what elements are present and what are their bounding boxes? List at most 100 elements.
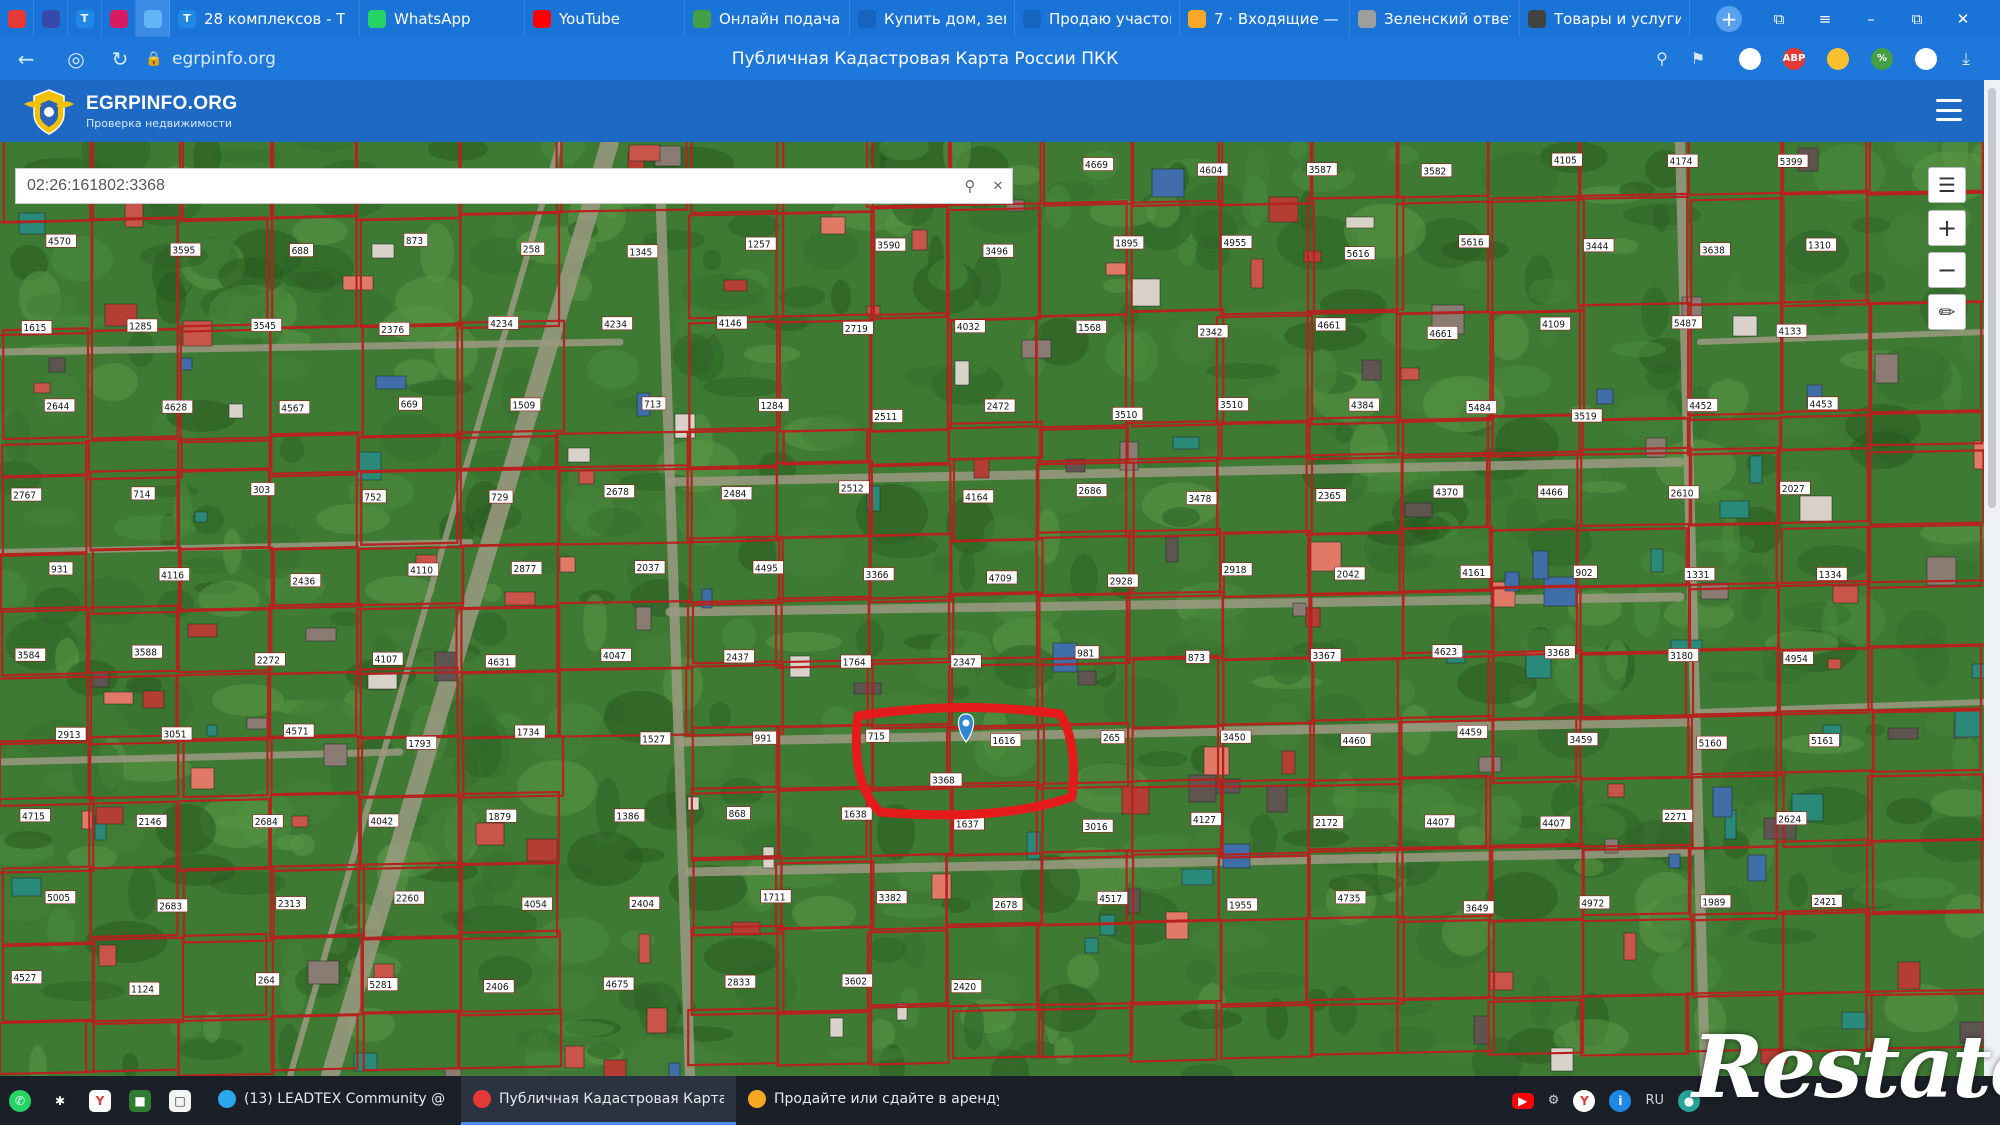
browser-tab-4[interactable] — [102, 0, 136, 37]
zoom-out-button[interactable]: − — [1928, 252, 1966, 288]
svg-text:1734: 1734 — [517, 728, 540, 739]
minimize-button[interactable]: – — [1848, 0, 1894, 37]
svg-text:4032: 4032 — [957, 322, 980, 333]
bookmark-icon[interactable]: ⚑ — [1680, 41, 1716, 77]
settings-icon[interactable]: ⚙ — [1548, 1093, 1560, 1108]
parcel-label: 2420 — [950, 979, 982, 993]
svg-text:4453: 4453 — [1810, 399, 1833, 410]
parcel-label: 2436 — [290, 573, 322, 587]
download-icon[interactable]: ⤓ — [1948, 41, 1984, 77]
taskbar-app-2[interactable]: Публичная Кадастровая Карта Р... — [461, 1076, 736, 1125]
parcel-label: 1527 — [639, 731, 671, 745]
notes-icon[interactable]: □ — [160, 1076, 200, 1125]
cadastral-map[interactable]: 4669 4604 3587 3582 4105 4174 5399 4570 3595 688 8… — [0, 142, 1984, 1076]
parcel-label: 3459 — [1567, 732, 1599, 746]
svg-text:4164: 4164 — [965, 492, 988, 503]
adblock-icon[interactable]: ABP — [1783, 47, 1805, 70]
svg-text:931: 931 — [51, 564, 68, 575]
menu-icon[interactable]: ≡ — [1802, 0, 1848, 37]
browser-tab-1[interactable] — [0, 0, 34, 37]
reload-button[interactable]: ↻ — [102, 41, 138, 77]
close-button[interactable]: ✕ — [1940, 0, 1986, 37]
svg-text:4107: 4107 — [375, 655, 398, 666]
apps-icon[interactable]: ✱ — [40, 1076, 80, 1125]
parcel-label: 2271 — [1661, 809, 1693, 823]
browser-tab-3[interactable]: T — [68, 0, 102, 37]
browser-tab-12[interactable]: 7 · Входящие — Р — [1180, 0, 1350, 37]
info-icon[interactable]: i — [1609, 1089, 1632, 1112]
coin-icon[interactable] — [1827, 47, 1849, 70]
svg-text:4105: 4105 — [1554, 156, 1577, 167]
browser-tab-10[interactable]: Купить дом, зем — [850, 0, 1015, 37]
svg-text:1989: 1989 — [1702, 897, 1725, 908]
svg-text:4407: 4407 — [1542, 819, 1565, 830]
search-input[interactable] — [16, 169, 956, 203]
menu-icon[interactable] — [1936, 99, 1962, 121]
svg-text:5281: 5281 — [369, 980, 392, 991]
tab-search-icon[interactable]: ⧉ — [1756, 0, 1802, 37]
ruler-icon[interactable]: ✏ — [1928, 294, 1966, 330]
browser-tab-9[interactable]: Онлайн подача з — [685, 0, 850, 37]
scrollbar-thumb[interactable] — [1988, 88, 1996, 508]
svg-text:2347: 2347 — [953, 657, 976, 668]
yandex-tray-icon[interactable]: Y — [1573, 1089, 1596, 1112]
parcel-label: 4571 — [283, 723, 315, 738]
puzzle-icon[interactable] — [1915, 47, 1937, 70]
page-scrollbar[interactable] — [1984, 80, 2000, 1076]
parcel-label: 2421 — [1811, 894, 1843, 908]
parcel-label: 2272 — [254, 652, 286, 666]
browser-tab-14[interactable]: Товары и услуги — [1520, 0, 1690, 37]
browser-tab-2[interactable] — [34, 0, 68, 37]
search-icon[interactable]: ⚲ — [956, 177, 984, 195]
yandex-icon[interactable]: Y — [80, 1076, 120, 1125]
language-indicator[interactable]: RU — [1645, 1093, 1664, 1108]
parcel-label: 1124 — [128, 981, 160, 996]
location-icon[interactable]: ⚲ — [1644, 41, 1680, 77]
parcel-label: 4527 — [11, 970, 43, 984]
svg-text:2644: 2644 — [46, 401, 69, 412]
parcel-label: 3444 — [1583, 238, 1615, 252]
browser-tab-11[interactable]: Продаю участок — [1015, 0, 1180, 37]
svg-text:902: 902 — [1575, 568, 1592, 579]
svg-text:303: 303 — [253, 485, 270, 496]
parcel-label: 4452 — [1686, 398, 1718, 412]
percent-icon[interactable]: % — [1871, 47, 1893, 70]
svg-text:873: 873 — [406, 236, 423, 247]
svg-text:4570: 4570 — [48, 237, 71, 248]
brand-name[interactable]: EGRPINFO.ORG — [86, 93, 237, 115]
taskbar-app-1[interactable]: (13) LEADTEX Community @ Натал... — [206, 1076, 461, 1125]
parcel-label: 4105 — [1551, 152, 1583, 167]
parcel-label: 303 — [250, 482, 276, 496]
svg-text:2833: 2833 — [727, 978, 750, 989]
eagle-logo-icon[interactable] — [20, 84, 78, 138]
flag-icon[interactable] — [1739, 47, 1761, 70]
clear-icon[interactable]: ✕ — [984, 179, 1012, 194]
t-icon: T — [178, 9, 196, 28]
youtube-tray-icon[interactable]: ▶ — [1511, 1092, 1534, 1109]
parcel-label: 4042 — [368, 813, 400, 828]
messenger-icon[interactable]: ■ — [120, 1076, 160, 1125]
browser-tab-7[interactable]: WhatsApp — [360, 0, 525, 37]
svg-text:1257: 1257 — [748, 240, 771, 251]
whatsapp-icon[interactable]: ✆ — [0, 1076, 40, 1125]
back-button[interactable]: ← — [8, 41, 44, 77]
shield-icon[interactable]: ◎ — [58, 41, 94, 77]
browser-tab-8[interactable]: YouTube — [525, 0, 685, 37]
map-canvas[interactable]: 4669 4604 3587 3582 4105 4174 5399 4570 3595 688 8… — [0, 142, 1984, 1076]
parcel-label: 3051 — [161, 726, 193, 740]
restore-button[interactable]: ⧉ — [1894, 0, 1940, 37]
browser-tab-13[interactable]: Зеленский ответ — [1350, 0, 1520, 37]
zoom-in-button[interactable]: + — [1928, 210, 1966, 246]
parcel-label: 4370 — [1432, 484, 1464, 498]
parcel-label: 4628 — [161, 399, 193, 414]
layers-icon[interactable]: ☰ — [1928, 167, 1966, 203]
ya-icon — [1528, 9, 1546, 28]
browser-tab-5[interactable] — [136, 0, 170, 37]
svg-text:2678: 2678 — [994, 900, 1017, 911]
svg-text:4972: 4972 — [1581, 898, 1604, 909]
url-field[interactable]: egrpinfo.org — [172, 49, 276, 69]
browser-tab-6[interactable]: T 28 комплексов - Т — [170, 0, 360, 37]
new-tab-button[interactable]: + — [1716, 5, 1742, 32]
parcel-label: 4955 — [1221, 235, 1253, 249]
taskbar-app-3[interactable]: Продайте или сдайте в аренду н... — [736, 1076, 1011, 1125]
